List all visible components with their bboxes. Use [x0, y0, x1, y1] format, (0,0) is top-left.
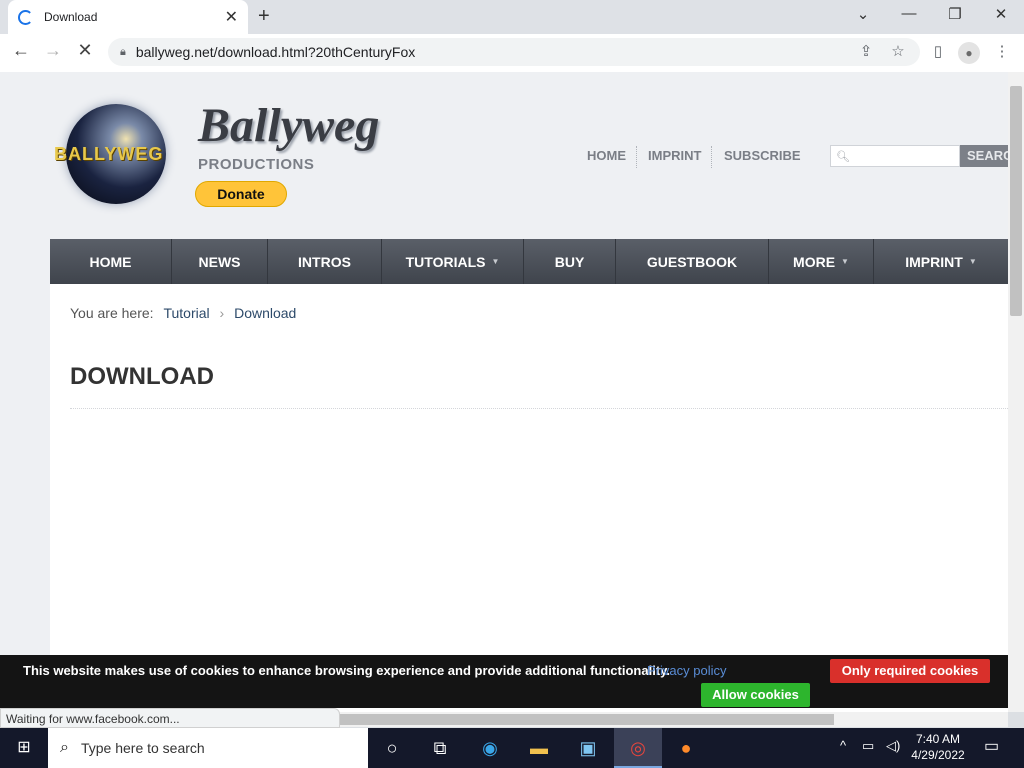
nav-item-imprint[interactable]: IMPRINT ▼ [874, 239, 1008, 284]
share-icon[interactable]: ⇪ [855, 42, 877, 60]
top-link-subscribe[interactable]: SUBSCRIBE [724, 148, 801, 163]
task-view-icon[interactable]: ⧉ [416, 728, 464, 768]
breadcrumb-current[interactable]: Download [234, 305, 296, 321]
web-page: BALLYWEG Ballyweg PRODUCTIONS Donate HOM… [0, 72, 1008, 712]
close-window-button[interactable]: ✕ [986, 5, 1016, 23]
nav-item-label: GUESTBOOK [646, 253, 738, 270]
logo-text[interactable]: BALLYWEG [54, 144, 163, 165]
forward-arrow-icon[interactable]: → [40, 40, 66, 61]
caret-down-icon: ▼ [841, 257, 849, 266]
search-icon: ⌕ [60, 739, 69, 756]
clock-time: 7:40 AM [915, 732, 961, 746]
top-link-imprint[interactable]: IMPRINT [648, 148, 701, 163]
edge-icon[interactable]: ◉ [466, 728, 514, 768]
restore-button[interactable]: ❐ [940, 5, 970, 23]
nav-item-tutorials[interactable]: TUTORIALS ▼ [382, 239, 524, 284]
url-text[interactable]: ballyweg.net/download.html?20thCenturyFo… [136, 44, 415, 60]
menu-dots-icon[interactable]: ⋮ [991, 42, 1013, 60]
nav-item-label: IMPRINT [905, 253, 963, 270]
cookie-message: This website makes use of cookies to enh… [23, 663, 671, 678]
breadcrumb-link-tutorial[interactable]: Tutorial [163, 305, 209, 321]
stop-loading-icon[interactable]: ✕ [72, 40, 98, 61]
allow-cookies-button[interactable]: Allow cookies [701, 683, 810, 707]
caret-down-icon: ▼ [968, 257, 977, 266]
windows-start-icon[interactable]: ⊞ [0, 728, 48, 768]
tab-download[interactable]: Download ✕ [8, 0, 248, 34]
tab-title: Download [44, 10, 98, 24]
back-arrow-icon[interactable]: ← [8, 40, 34, 61]
brand-title[interactable]: Ballyweg [198, 98, 379, 153]
taskbar-search-box[interactable]: ⌕ Type here to search [48, 728, 368, 768]
profile-icon[interactable]: ● [958, 42, 980, 64]
notification-icon[interactable]: ▭ [984, 736, 999, 756]
file-explorer-icon[interactable]: ▬ [515, 728, 563, 768]
nav-item-intros[interactable]: INTROS [268, 239, 382, 284]
top-link-home[interactable]: HOME [587, 148, 626, 163]
divider [70, 408, 1008, 409]
privacy-policy-link[interactable]: Privacy policy [647, 663, 726, 678]
nav-item-guestbook[interactable]: GUESTBOOK [616, 239, 769, 284]
address-bar[interactable]: 🔒︎ ballyweg.net/download.html?20thCentur… [108, 38, 920, 66]
nav-item-buy[interactable]: BUY [524, 239, 616, 284]
nav-item-home[interactable]: HOME [50, 239, 172, 284]
nav-item-label: TUTORIALS [405, 253, 486, 270]
nav-item-label: INTROS [298, 253, 351, 270]
caret-down-icon: ▼ [491, 257, 500, 266]
breadcrumb-separator: › [219, 305, 225, 321]
search-input[interactable]: 🔍︎ [830, 145, 960, 167]
clock-date: 4/29/2022 [911, 748, 965, 762]
search-button[interactable]: SEARCH [960, 145, 1008, 167]
store-icon[interactable]: ▣ [564, 728, 612, 768]
only-required-cookies-button[interactable]: Only required cookies [830, 659, 990, 683]
tab-close-icon[interactable]: ✕ [225, 7, 238, 27]
network-icon[interactable]: ▭ [862, 738, 874, 754]
content-area [50, 284, 1008, 712]
firefox-icon[interactable]: ● [662, 728, 710, 768]
cortana-icon[interactable]: ○ [368, 728, 416, 768]
divider [636, 146, 637, 168]
breadcrumb-prefix: You are here: [70, 305, 154, 321]
nav-item-label: NEWS [198, 253, 241, 270]
star-icon[interactable]: ☆ [887, 42, 909, 60]
donate-button[interactable]: Donate [195, 181, 287, 207]
horizontal-scrollbar-thumb[interactable] [338, 714, 834, 725]
lock-icon[interactable]: 🔒︎ [120, 46, 126, 59]
taskbar-search-placeholder: Type here to search [80, 740, 205, 756]
brand-subtitle: PRODUCTIONS [198, 156, 315, 173]
nav-item-label: BUY [554, 253, 585, 270]
main-nav: HOME NEWS INTROS TUTORIALS ▼ BUY GUESTBOO… [50, 239, 1008, 284]
new-tab-button[interactable]: + [258, 5, 270, 28]
page-title: DOWNLOAD [70, 363, 214, 390]
nav-item-label: HOME [89, 253, 132, 270]
spinner-icon [18, 9, 33, 25]
volume-icon[interactable]: ◁) [886, 738, 900, 754]
nav-item-news[interactable]: NEWS [172, 239, 268, 284]
search-icon: 🔍︎ [836, 150, 850, 163]
divider [711, 146, 712, 168]
tab-search-chevron-icon[interactable]: ⌄ [848, 5, 878, 23]
system-clock[interactable]: 7:40 AM 4/29/2022 [900, 731, 976, 763]
nav-item-more[interactable]: MORE ▼ [769, 239, 874, 284]
breadcrumb: You are here: Tutorial › Download [70, 305, 296, 321]
nav-item-label: MORE [793, 253, 836, 270]
minimize-button[interactable]: — [894, 5, 924, 22]
sidepanel-icon[interactable]: ▯ [927, 42, 949, 60]
chrome-icon[interactable]: ◎ [614, 728, 662, 768]
chevron-up-icon[interactable]: ^ [840, 738, 846, 753]
vertical-scrollbar-thumb[interactable] [1010, 86, 1022, 316]
status-bubble: Waiting for www.facebook.com... [0, 708, 340, 728]
